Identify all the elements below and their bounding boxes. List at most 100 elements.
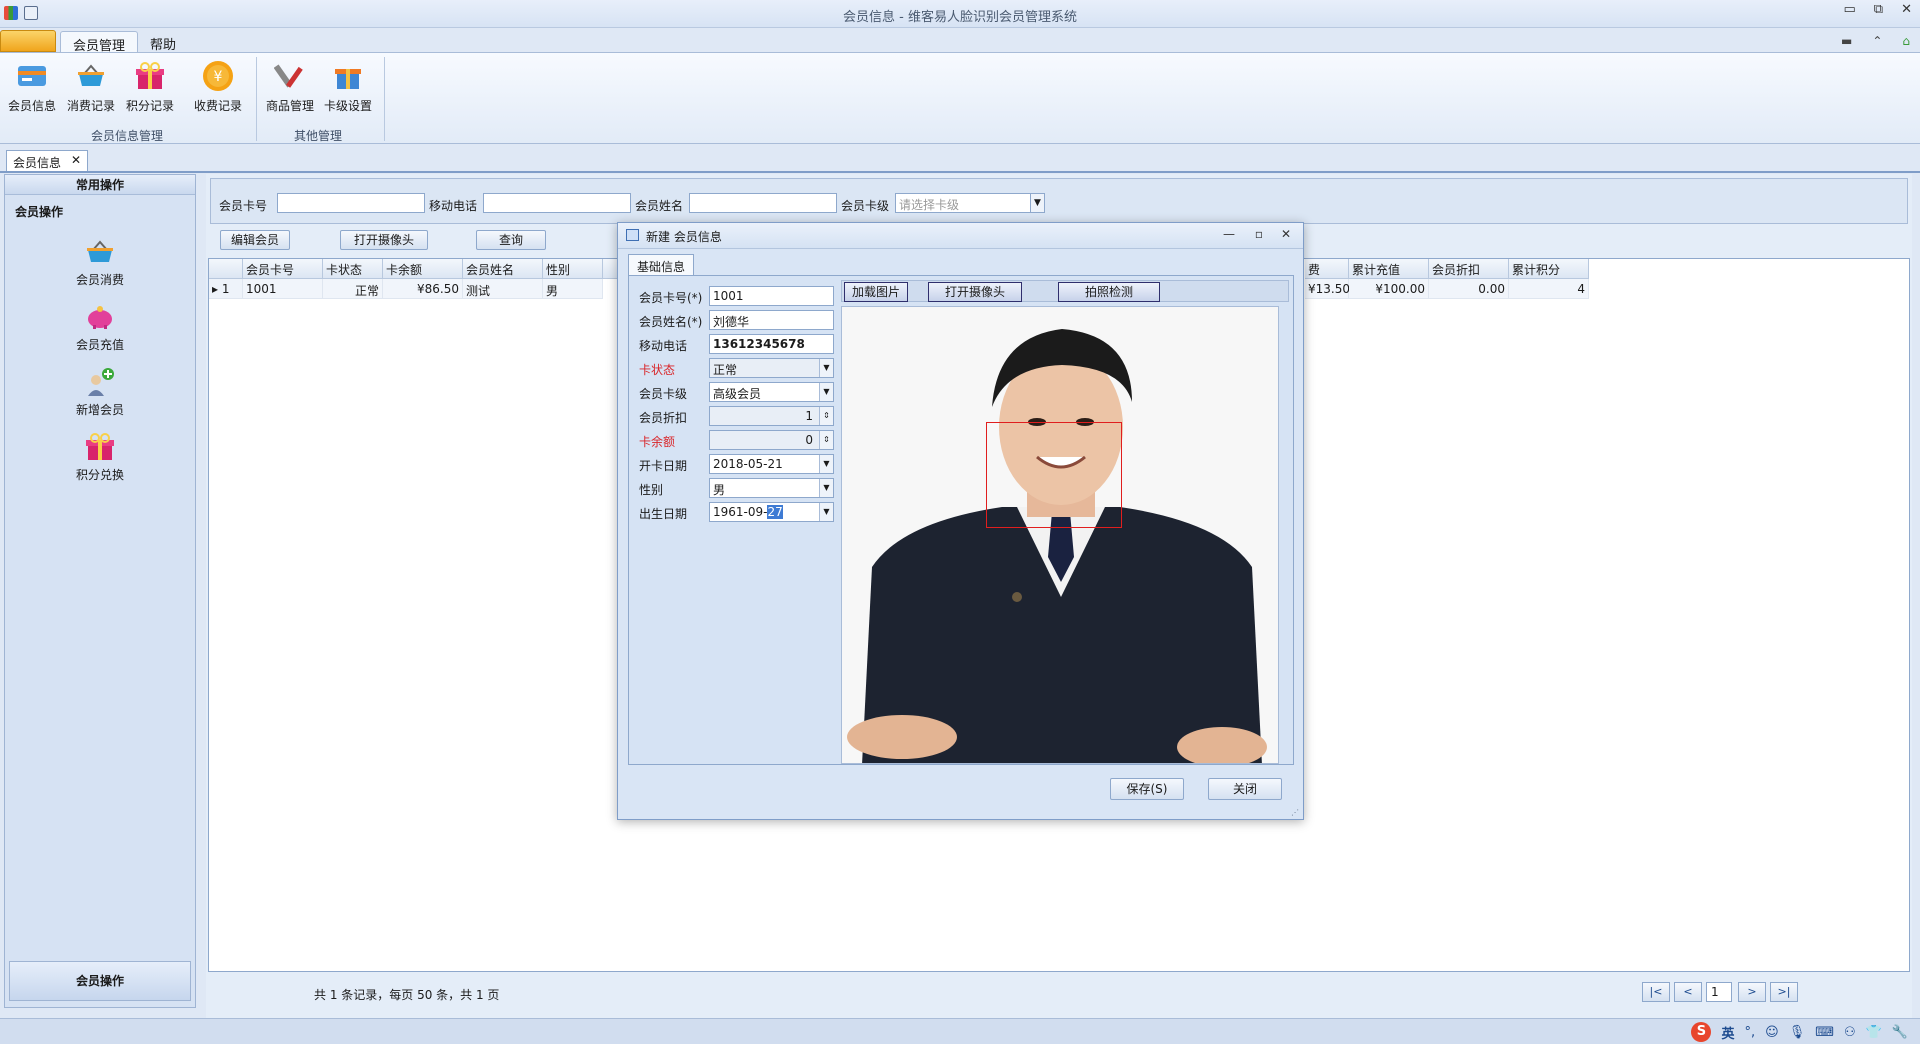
add-member-button[interactable]: 新增会员 [55, 365, 145, 418]
consume-record-button[interactable]: 消费记录 [63, 59, 119, 114]
level-search-select[interactable]: 请选择卡级 ▼ [895, 193, 1045, 213]
chevron-down-icon[interactable]: ▼ [1030, 194, 1044, 212]
user-icon[interactable]: ⚇ [1844, 1025, 1856, 1040]
cell-name[interactable]: 测试 [463, 279, 543, 299]
microphone-icon[interactable]: 🎙 [1789, 1025, 1806, 1040]
phone-search-label: 移动电话 [429, 199, 478, 213]
tab-basic-info[interactable]: 基础信息 [628, 254, 694, 276]
cell-points[interactable]: 4 [1509, 279, 1589, 299]
tab-help[interactable]: 帮助 [138, 31, 188, 53]
birth-date-selected-day: 27 [767, 505, 783, 519]
column-header[interactable]: 会员卡号 [243, 259, 323, 279]
fee-record-button[interactable]: ¥ 收费记录 [190, 59, 246, 114]
discount-spinner: 1 ⇕ [709, 406, 834, 426]
chevron-down-icon[interactable]: ▼ [819, 479, 833, 497]
column-header[interactable]: 累计积分 [1509, 259, 1589, 279]
open-date-picker[interactable]: 2018-05-21 ▼ [709, 454, 834, 474]
close-tab-icon[interactable]: ✕ [71, 153, 81, 167]
ime-language-indicator[interactable]: 英 [1721, 1023, 1734, 1042]
left-panel-footer-button[interactable]: 会员操作 [9, 961, 191, 1001]
name-search-input[interactable] [689, 193, 837, 213]
table-row-indicator[interactable]: ▸ 1 [209, 279, 243, 299]
phone-label: 移动电话 [639, 339, 688, 353]
consume-record-label: 消费记录 [66, 99, 115, 113]
phone-input[interactable]: 13612345678 [709, 334, 834, 354]
member-info-button[interactable]: 会员信息 [4, 59, 60, 114]
window-title: 会员信息 - 维客易人脸识别会员管理系统 [843, 10, 1077, 25]
member-consume-button[interactable]: 会员消费 [55, 235, 145, 288]
minimize-icon[interactable]: — [1223, 227, 1235, 241]
goods-management-button[interactable]: 商品管理 [262, 59, 318, 114]
minimize-icon[interactable]: ▭ [1844, 2, 1856, 17]
home-icon[interactable]: ⌂ [1902, 34, 1910, 48]
column-header[interactable]: 卡状态 [323, 259, 383, 279]
first-page-button[interactable]: |< [1642, 982, 1670, 1002]
close-button[interactable]: 关闭 [1208, 778, 1282, 800]
open-camera-button[interactable]: 打开摄像头 [340, 230, 428, 250]
group-label-other: 其他管理 [293, 129, 342, 143]
face-detection-box [986, 422, 1122, 528]
discount-value: 1 [805, 409, 813, 423]
close-icon[interactable]: ✕ [1281, 227, 1291, 241]
chevron-down-icon: ▼ [819, 359, 833, 377]
card-level-value: 高级会员 [713, 387, 762, 401]
keyboard-icon[interactable]: ⌨ [1815, 1025, 1834, 1040]
card-no-input[interactable]: 1001 [709, 286, 834, 306]
load-image-button[interactable]: 加载图片 [844, 282, 908, 302]
document-tab-member-info[interactable]: 会员信息 ✕ [6, 150, 88, 172]
query-button[interactable]: 查询 [476, 230, 546, 250]
chevron-down-icon[interactable]: ▼ [819, 383, 833, 401]
chevron-down-icon[interactable]: ▼ [819, 455, 833, 473]
points-exchange-button[interactable]: 积分兑换 [55, 430, 145, 483]
cell-gender[interactable]: 男 [543, 279, 603, 299]
next-page-button[interactable]: > [1738, 982, 1766, 1002]
card-level-select[interactable]: 高级会员 ▼ [709, 382, 834, 402]
column-header[interactable]: 会员姓名 [463, 259, 543, 279]
card-no-search-input[interactable] [277, 193, 425, 213]
cell-balance[interactable]: ¥86.50 [383, 279, 463, 299]
cell-discount[interactable]: 0.00 [1429, 279, 1509, 299]
member-name-input[interactable]: 刘德华 [709, 310, 834, 330]
cell-recharge[interactable]: ¥100.00 [1349, 279, 1429, 299]
column-header[interactable]: 累计充值 [1349, 259, 1429, 279]
app-menu-button[interactable] [0, 30, 56, 52]
birth-date-picker[interactable]: 1961-09-27 ▼ [709, 502, 834, 522]
punctuation-icon[interactable]: °, [1744, 1025, 1755, 1040]
maximize-icon[interactable]: ▫ [1255, 227, 1263, 241]
points-record-button[interactable]: 积分记录 [122, 59, 178, 114]
column-header[interactable]: 费 [1305, 259, 1349, 279]
cell-card-no[interactable]: 1001 [243, 279, 323, 299]
phone-search-input[interactable] [483, 193, 631, 213]
column-header[interactable]: 性别 [543, 259, 603, 279]
card-no-search-label: 会员卡号 [219, 199, 268, 213]
last-page-button[interactable]: >| [1770, 982, 1798, 1002]
points-record-label: 积分记录 [125, 99, 174, 113]
open-camera-dialog-button[interactable]: 打开摄像头 [928, 282, 1022, 302]
member-recharge-button[interactable]: 会员充值 [55, 300, 145, 353]
card-status-label: 卡状态 [639, 363, 676, 377]
card-level-button[interactable]: 卡级设置 [320, 59, 376, 114]
prev-page-button[interactable]: < [1674, 982, 1702, 1002]
resize-grip-icon[interactable]: ⋰ [1291, 808, 1299, 817]
skin-icon[interactable]: 👕 [1866, 1025, 1882, 1040]
ime-logo-icon[interactable]: S [1691, 1022, 1712, 1042]
birth-date-label: 出生日期 [639, 507, 688, 521]
page-number-input[interactable]: 1 [1706, 982, 1732, 1002]
save-button[interactable]: 保存(S) [1110, 778, 1184, 800]
edit-member-button[interactable]: 编辑会员 [220, 230, 290, 250]
photo-detect-button[interactable]: 拍照检测 [1058, 282, 1160, 302]
wrench-icon[interactable]: 🔧 [1892, 1025, 1908, 1040]
collapse-ribbon-icon[interactable]: ⌃ [1872, 34, 1882, 48]
member-recharge-label: 会员充值 [75, 338, 124, 352]
restore-icon[interactable]: ⧉ [1874, 2, 1883, 17]
chevron-down-icon[interactable]: ▼ [819, 503, 833, 521]
cell-status[interactable]: 正常 [323, 279, 383, 299]
tab-member-management[interactable]: 会员管理 [60, 31, 139, 54]
close-icon[interactable]: ✕ [1901, 2, 1912, 17]
emoji-icon[interactable]: ☺ [1765, 1025, 1779, 1040]
column-header[interactable]: 卡余额 [383, 259, 463, 279]
column-header[interactable]: 会员折扣 [1429, 259, 1509, 279]
gender-select[interactable]: 男 ▼ [709, 478, 834, 498]
cell-consumed[interactable]: ¥13.50 [1305, 279, 1350, 299]
ribbon-settings-icon[interactable]: ▬ [1841, 34, 1852, 48]
